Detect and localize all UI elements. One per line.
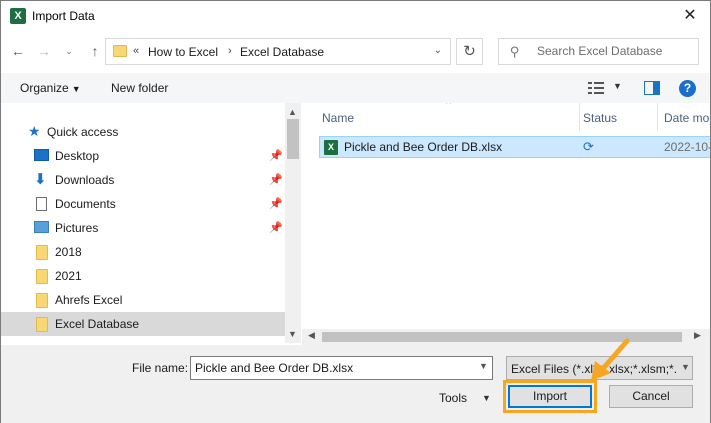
navigation-pane: ★ Quick access Desktop 📌 ⬇ Downloads 📌 D… bbox=[1, 103, 301, 343]
sidebar-item-label: 2021 bbox=[55, 269, 82, 283]
navigation-scrollbar[interactable]: ▲ ▼ bbox=[285, 103, 301, 343]
column-header-date-modified[interactable]: Date mod bbox=[658, 103, 710, 131]
document-icon bbox=[36, 197, 47, 211]
folder-icon bbox=[36, 317, 48, 332]
close-button[interactable]: ✕ bbox=[678, 5, 702, 27]
folder-icon bbox=[36, 245, 48, 260]
chevron-down-icon[interactable]: ⌄ bbox=[434, 45, 442, 56]
sidebar-item-label: Excel Database bbox=[55, 317, 140, 331]
recent-locations-chevron-icon[interactable]: ⌄ bbox=[59, 41, 79, 61]
scroll-down-icon[interactable]: ▼ bbox=[288, 329, 297, 339]
folder-icon bbox=[113, 45, 127, 57]
help-icon[interactable]: ? bbox=[679, 80, 696, 97]
view-dropdown-icon[interactable]: ▼ bbox=[613, 81, 622, 91]
search-box[interactable]: ⚲ bbox=[498, 38, 699, 65]
excel-app-icon: X bbox=[10, 8, 26, 24]
window-title: Import Data bbox=[32, 9, 95, 23]
sidebar-item-documents[interactable]: Documents 📌 bbox=[1, 192, 285, 216]
back-arrow-icon[interactable]: ← bbox=[8, 41, 28, 61]
chevron-down-icon: ▼ bbox=[71, 84, 81, 94]
column-header-status[interactable]: Status bbox=[580, 103, 658, 131]
sidebar-item-label: Downloads bbox=[55, 173, 115, 187]
sidebar-item-quick-access[interactable]: ★ Quick access bbox=[1, 120, 285, 144]
search-icon: ⚲ bbox=[510, 44, 520, 59]
file-date: 2022-10- bbox=[664, 140, 710, 154]
file-name-field[interactable] bbox=[190, 356, 493, 380]
scroll-right-icon[interactable]: ▶ bbox=[694, 330, 701, 341]
pin-icon[interactable]: 📌 bbox=[269, 221, 283, 234]
scrollbar-thumb[interactable] bbox=[287, 119, 299, 159]
breadcrumb-how-to-excel[interactable]: How to Excel bbox=[148, 45, 218, 59]
download-icon: ⬇ bbox=[34, 171, 47, 188]
view-options-icon[interactable] bbox=[588, 82, 604, 94]
sidebar-item-pictures[interactable]: Pictures 📌 bbox=[1, 216, 285, 240]
title-bar: X Import Data ✕ bbox=[1, 1, 710, 32]
address-overflow-icon[interactable]: « bbox=[133, 45, 139, 57]
cancel-button[interactable]: Cancel bbox=[609, 385, 693, 408]
annotation-arrow-icon bbox=[591, 338, 630, 381]
up-arrow-icon[interactable]: ↑ bbox=[85, 41, 105, 61]
scroll-up-icon[interactable]: ▲ bbox=[288, 107, 297, 117]
sidebar-item-downloads[interactable]: ⬇ Downloads 📌 bbox=[1, 168, 285, 192]
breadcrumb-excel-database[interactable]: Excel Database bbox=[240, 45, 324, 59]
refresh-button[interactable]: ↻ bbox=[456, 38, 483, 65]
pin-icon[interactable]: 📌 bbox=[269, 149, 283, 162]
breadcrumb-separator-icon[interactable]: › bbox=[228, 45, 232, 57]
horizontal-scrollbar[interactable]: ◀ ▶ bbox=[302, 329, 710, 345]
organize-button[interactable]: Organize ▼ bbox=[20, 81, 81, 95]
sidebar-item-label: Pictures bbox=[55, 221, 99, 235]
excel-file-icon: X bbox=[324, 140, 338, 155]
sidebar-item-excel-database[interactable]: Excel Database bbox=[1, 312, 285, 336]
column-header-name[interactable]: Name ^ bbox=[310, 103, 580, 131]
import-button[interactable]: Import bbox=[508, 385, 592, 408]
file-name-dropdown-icon[interactable]: ▼ bbox=[479, 361, 488, 371]
search-input[interactable] bbox=[537, 44, 692, 58]
column-header-label: Name bbox=[322, 111, 355, 125]
tools-dropdown-icon[interactable]: ▼ bbox=[482, 393, 491, 403]
folder-icon bbox=[36, 293, 48, 308]
sidebar-item-label: Documents bbox=[55, 197, 116, 211]
import-data-dialog: X Import Data ✕ ← → ⌄ ↑ « How to Excel ›… bbox=[0, 0, 711, 423]
chevron-down-icon: ▼ bbox=[681, 362, 690, 372]
tools-button[interactable]: Tools bbox=[439, 391, 467, 405]
file-row[interactable]: X Pickle and Bee Order DB.xlsx ⟳ 2022-10… bbox=[319, 136, 710, 158]
sidebar-item-label: Desktop bbox=[55, 149, 100, 163]
star-icon: ★ bbox=[28, 123, 41, 139]
refresh-icon: ↻ bbox=[463, 43, 476, 60]
file-name: Pickle and Bee Order DB.xlsx bbox=[344, 140, 503, 154]
sidebar-item-2021[interactable]: 2021 bbox=[1, 264, 285, 288]
sidebar-item-desktop[interactable]: Desktop 📌 bbox=[1, 144, 285, 168]
command-toolbar: Organize ▼ New folder ▼ ? bbox=[1, 73, 710, 103]
sort-ascending-icon: ^ bbox=[446, 103, 451, 110]
column-header-label: Status bbox=[583, 111, 618, 125]
preview-pane-icon[interactable] bbox=[644, 81, 660, 95]
file-list: Name ^ Status Date mod X Pickle and Bee … bbox=[302, 103, 710, 343]
file-name-label: File name: bbox=[132, 361, 189, 375]
address-bar[interactable]: « How to Excel › Excel Database ⌄ bbox=[105, 38, 451, 65]
pictures-icon bbox=[34, 221, 49, 233]
sync-icon: ⟳ bbox=[583, 139, 594, 154]
pin-icon[interactable]: 📌 bbox=[269, 173, 283, 186]
pin-icon[interactable]: 📌 bbox=[269, 197, 283, 210]
sidebar-item-2018[interactable]: 2018 bbox=[1, 240, 285, 264]
column-header-label: Date mod bbox=[664, 111, 710, 125]
desktop-icon bbox=[34, 149, 49, 161]
new-folder-button[interactable]: New folder bbox=[111, 81, 168, 95]
sidebar-item-label: Quick access bbox=[47, 125, 119, 139]
folder-icon bbox=[36, 269, 48, 284]
forward-arrow-icon[interactable]: → bbox=[34, 41, 54, 61]
organize-label: Organize bbox=[20, 81, 69, 95]
scroll-left-icon[interactable]: ◀ bbox=[308, 330, 315, 341]
sidebar-item-label: 2018 bbox=[55, 245, 82, 259]
sidebar-item-label: Ahrefs Excel bbox=[55, 293, 123, 307]
sidebar-item-ahrefs-excel[interactable]: Ahrefs Excel bbox=[1, 288, 285, 312]
